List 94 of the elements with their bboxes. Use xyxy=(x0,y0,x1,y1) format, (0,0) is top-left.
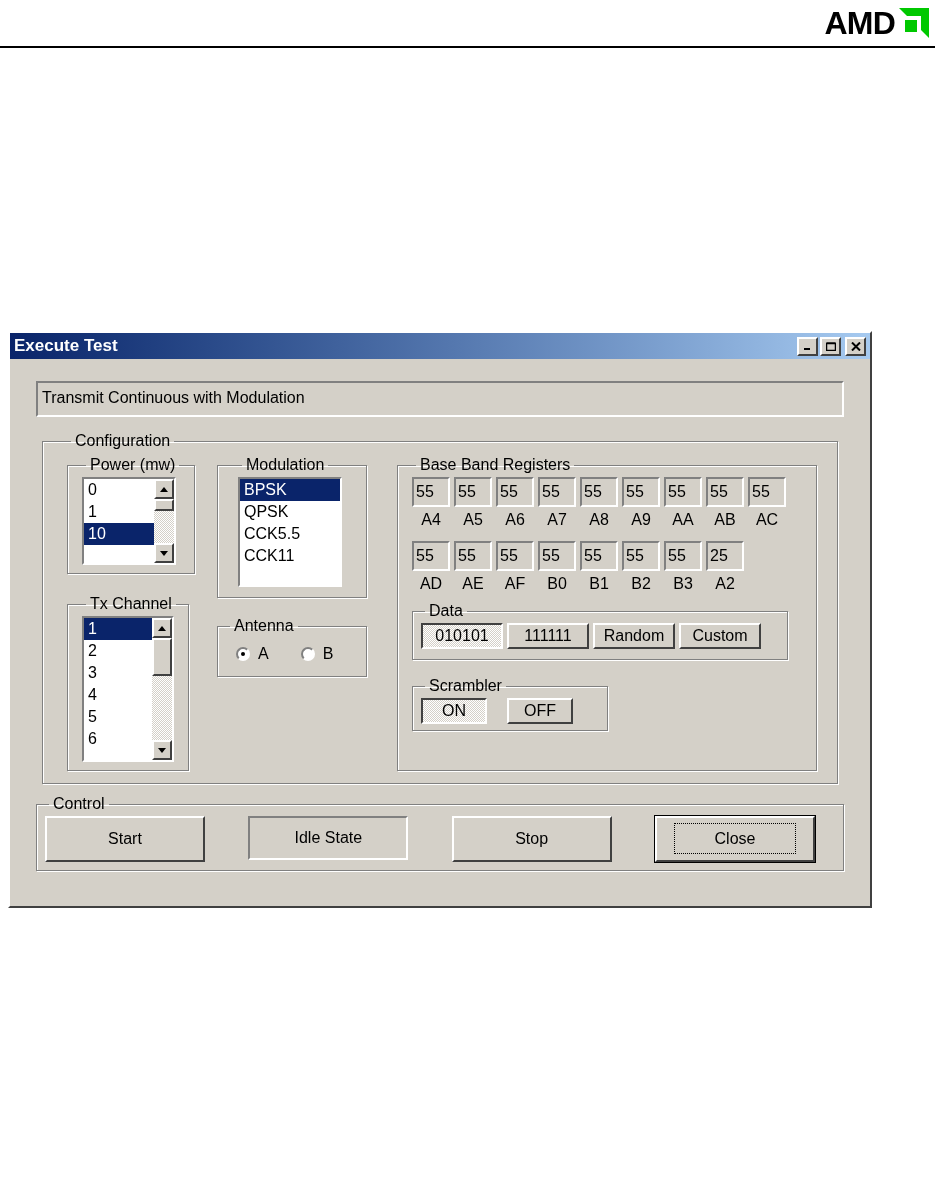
list-box[interactable]: 1 2 3 4 5 6 xyxy=(82,616,174,762)
radio-button[interactable] xyxy=(300,647,315,661)
register-label: A5 xyxy=(463,510,483,530)
command-button[interactable]: Start xyxy=(45,816,205,862)
register-label: AB xyxy=(714,510,736,530)
list-item[interactable]: 3 xyxy=(84,662,152,684)
register-field[interactable]: 55 xyxy=(580,477,618,507)
list-box[interactable]: BPSK QPSK CCK5.5 CCK11 xyxy=(238,477,342,587)
register-label: B1 xyxy=(589,574,609,594)
list-item[interactable]: 6 xyxy=(84,728,152,750)
list-item[interactable]: CCK11 xyxy=(240,545,340,567)
register-field[interactable]: 55 xyxy=(538,541,576,571)
command-button[interactable]: Stop xyxy=(451,816,612,862)
scroll-thumb[interactable] xyxy=(154,499,174,511)
logo: AMD xyxy=(824,7,929,39)
scroll-thumb[interactable] xyxy=(152,638,172,676)
close-icon xyxy=(850,341,861,351)
toggle-button[interactable]: Custom xyxy=(679,623,761,649)
window-title: Execute Test xyxy=(14,335,118,358)
group-title: Antenna xyxy=(233,616,295,636)
list-item[interactable]: 10 xyxy=(84,523,154,545)
list-item[interactable]: 5 xyxy=(84,706,152,728)
group-title: Modulation xyxy=(245,455,326,475)
register-label: AA xyxy=(672,510,694,530)
maximize-button[interactable] xyxy=(820,336,841,356)
register-field[interactable]: 55 xyxy=(580,541,618,571)
toggle-button[interactable]: Random xyxy=(593,623,675,649)
register-label: A4 xyxy=(421,510,441,530)
register-label: AD xyxy=(419,574,443,594)
list-item[interactable]: 0 xyxy=(84,479,154,501)
toggle-button[interactable]: ON xyxy=(421,698,487,724)
register-field[interactable]: 55 xyxy=(706,477,744,507)
radio-button[interactable] xyxy=(236,647,250,661)
radio-option[interactable]: B xyxy=(300,642,334,666)
arrow-logo-icon xyxy=(899,8,929,38)
toggle-button[interactable]: OFF xyxy=(507,698,573,724)
register-label: A9 xyxy=(631,510,651,530)
radio-option[interactable]: A xyxy=(236,642,269,666)
toggle-button[interactable]: 010101 xyxy=(421,623,503,649)
scroll-arrow-button[interactable] xyxy=(152,618,172,638)
list-item[interactable]: 2 xyxy=(84,640,152,662)
register-label: B2 xyxy=(631,574,651,594)
command-button[interactable]: Close xyxy=(655,816,815,862)
list-item[interactable]: BPSK xyxy=(240,479,340,501)
maximize-icon xyxy=(825,341,836,351)
register-field[interactable]: 55 xyxy=(412,541,450,571)
list-box[interactable]: 0 1 10 xyxy=(82,477,176,565)
list-item[interactable]: 1 xyxy=(84,501,154,523)
register-field[interactable]: 55 xyxy=(412,477,450,507)
register-field[interactable]: 55 xyxy=(748,477,786,507)
group-title: Data xyxy=(428,601,464,621)
register-field[interactable]: 55 xyxy=(454,477,492,507)
scroll-arrow-button[interactable] xyxy=(152,740,172,760)
group-title: Control xyxy=(52,794,106,814)
register-field[interactable]: 55 xyxy=(622,541,660,571)
list-item[interactable]: QPSK xyxy=(240,501,340,523)
register-label: B3 xyxy=(673,574,693,594)
register-label: A8 xyxy=(589,510,609,530)
down-arrow-icon xyxy=(158,747,166,753)
register-field[interactable]: 55 xyxy=(664,541,702,571)
register-label: A2 xyxy=(715,574,735,594)
state-indicator: Idle State xyxy=(248,816,409,860)
group-title: Tx Channel xyxy=(89,594,173,614)
register-label: B0 xyxy=(547,574,567,594)
list-item[interactable]: 1 xyxy=(84,618,152,640)
register-field[interactable]: 55 xyxy=(538,477,576,507)
register-label: AF xyxy=(504,574,526,594)
register-label: AC xyxy=(755,510,779,530)
down-arrow-icon xyxy=(160,550,168,556)
up-arrow-icon xyxy=(158,625,166,631)
toggle-button[interactable]: 111111 xyxy=(507,623,589,649)
group-title: Scrambler xyxy=(428,676,503,696)
register-field[interactable]: 55 xyxy=(496,541,534,571)
minimize-icon xyxy=(803,348,810,350)
register-label: A7 xyxy=(547,510,567,530)
register-field[interactable]: 55 xyxy=(664,477,702,507)
list-item[interactable]: CCK5.5 xyxy=(240,523,340,545)
close-button[interactable] xyxy=(845,336,866,356)
group-title: Base Band Registers xyxy=(419,455,572,475)
register-field[interactable]: 55 xyxy=(496,477,534,507)
register-field[interactable]: 55 xyxy=(454,541,492,571)
register-field[interactable]: 55 xyxy=(622,477,660,507)
register-label: A6 xyxy=(505,510,525,530)
group-title: Configuration xyxy=(74,431,172,451)
scroll-arrow-button[interactable] xyxy=(154,543,174,563)
scroll-arrow-button[interactable] xyxy=(154,479,174,499)
scrollbar[interactable] xyxy=(152,618,172,760)
group-title: Power (mw) xyxy=(89,455,177,475)
up-arrow-icon xyxy=(160,486,168,492)
scrollbar[interactable] xyxy=(154,479,174,563)
list-item[interactable]: 4 xyxy=(84,684,152,706)
minimize-button[interactable] xyxy=(797,336,818,356)
register-field[interactable]: 25 xyxy=(706,541,744,571)
register-label: AE xyxy=(462,574,484,594)
